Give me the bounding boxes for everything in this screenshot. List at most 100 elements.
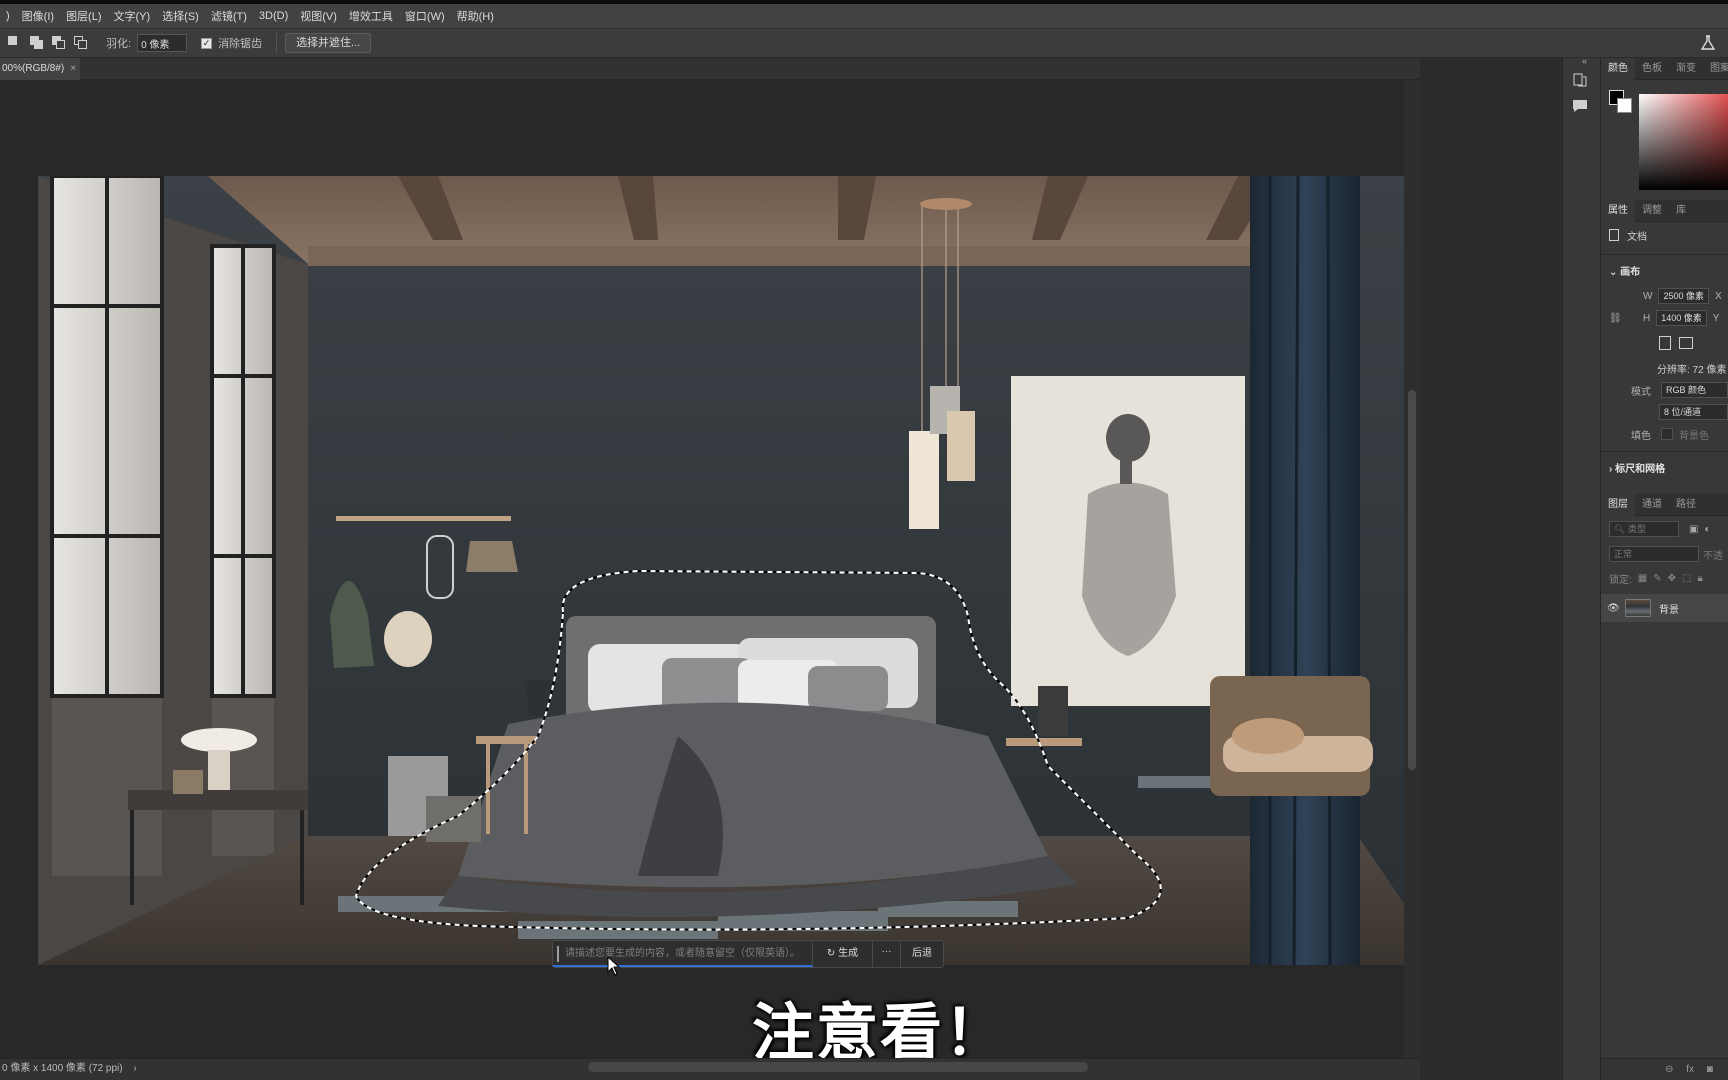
lock-artboard-icon[interactable]: ⬚: [1682, 573, 1691, 584]
height-field[interactable]: 1400 像素: [1656, 310, 1707, 326]
mode-select[interactable]: RGB 颜色: [1661, 382, 1728, 398]
opacity-label: 不透: [1703, 550, 1723, 562]
right-panel-column: 颜色 色板 渐变 图案 属性 调整 库 文档 ⌄ 画布 W 2500 像素 X …: [1600, 58, 1728, 1080]
canvas-section-header[interactable]: ⌄ 画布: [1601, 261, 1728, 285]
y-label: Y: [1712, 312, 1720, 324]
width-row: W 2500 像素 X: [1601, 285, 1728, 307]
lock-pixels-icon[interactable]: ▦: [1638, 573, 1647, 584]
link-icon[interactable]: ⛓: [1609, 313, 1643, 324]
generate-button[interactable]: ↻ 生成: [813, 941, 873, 967]
close-icon[interactable]: ×: [70, 63, 76, 74]
vertical-scrollbar[interactable]: [1404, 80, 1420, 1058]
layers-footer: ⊖ fx ◙: [1601, 1058, 1728, 1080]
history-icon[interactable]: [1571, 72, 1589, 88]
menu-item-plugins[interactable]: 增效工具: [343, 8, 399, 24]
blend-mode-select[interactable]: 正常: [1609, 546, 1699, 562]
bit-depth-select[interactable]: 8 位/通道: [1659, 404, 1728, 420]
tab-paths[interactable]: 路径: [1669, 494, 1703, 516]
tab-swatches[interactable]: 色板: [1635, 58, 1669, 80]
filter-image-icon[interactable]: ▣: [1689, 524, 1698, 535]
doc-row: 文档: [1601, 222, 1728, 248]
mode-row: 模式 RGB 颜色: [1601, 379, 1728, 401]
fill-select[interactable]: 背景色: [1679, 427, 1709, 442]
tab-color[interactable]: 颜色: [1601, 58, 1635, 80]
lock-brush-icon[interactable]: ✎: [1653, 573, 1661, 584]
lock-move-icon[interactable]: ✥: [1668, 573, 1676, 584]
tab-layers[interactable]: 图层: [1601, 493, 1635, 516]
lock-row: 锁定: ▦ ✎ ✥ ⬚ 🔒︎: [1601, 566, 1728, 590]
layer-filter-placeholder: 类型: [1627, 524, 1646, 534]
new-selection-icon[interactable]: [8, 36, 22, 50]
color-picker-field[interactable]: [1639, 94, 1728, 190]
lock-all-icon[interactable]: 🔒︎: [1697, 573, 1702, 584]
tab-channels[interactable]: 通道: [1635, 494, 1669, 516]
tab-properties[interactable]: 属性: [1601, 199, 1635, 222]
status-text: 0 像素 x 1400 像素 (72 ppi): [2, 1063, 123, 1074]
comment-icon[interactable]: [1571, 98, 1589, 114]
antialias-label: 消除锯齿: [218, 38, 263, 50]
status-arrow-icon[interactable]: ›: [133, 1063, 136, 1074]
menu-item-image[interactable]: 图像(I): [16, 8, 60, 24]
scrollbar-thumb[interactable]: [1408, 390, 1416, 770]
fx-icon[interactable]: fx: [1686, 1064, 1694, 1075]
fg-bg-swatch[interactable]: [1609, 90, 1633, 114]
menu-item-filter[interactable]: 滤镜(T): [205, 8, 253, 24]
tab-patterns[interactable]: 图案: [1703, 58, 1728, 80]
document-image[interactable]: [38, 176, 1446, 965]
w-label: W: [1643, 290, 1653, 302]
subtract-selection-icon[interactable]: [52, 36, 66, 50]
menu-item-edge[interactable]: ): [0, 10, 16, 22]
text-caret: [557, 946, 559, 962]
filter-adjust-icon[interactable]: ◐: [1704, 524, 1710, 535]
options-bar: 羽化: 0 像素 ✓ 消除锯齿 选择并遮住...: [0, 28, 1728, 58]
rulers-section-header[interactable]: › 标尺和网格: [1601, 458, 1728, 482]
document-icon: [1609, 229, 1619, 241]
background-color[interactable]: [1617, 98, 1632, 113]
menu-item-layer[interactable]: 图层(L): [60, 8, 107, 24]
menu-item-view[interactable]: 视图(V): [294, 8, 343, 24]
add-selection-icon[interactable]: [30, 36, 44, 50]
width-field[interactable]: 2500 像素: [1658, 288, 1709, 304]
prompt-placeholder: 请描述您要生成的内容，或者随意留空（仅限英语）。: [565, 948, 800, 959]
undo-button[interactable]: 后退: [901, 941, 943, 967]
tab-adjustments[interactable]: 调整: [1635, 200, 1669, 222]
panel-dock-icons: [1562, 58, 1600, 1080]
tab-libraries[interactable]: 库: [1669, 200, 1693, 222]
panel-icon-strip: «: [1420, 56, 1600, 1080]
properties-panel-tabs: 属性 调整 库: [1601, 199, 1728, 222]
portrait-icon[interactable]: [1659, 336, 1671, 350]
antialias-checkbox[interactable]: ✓: [201, 37, 213, 49]
menu-item-window[interactable]: 窗口(W): [399, 8, 451, 24]
fill-swatch[interactable]: [1661, 428, 1673, 440]
resolution-row: 分辨率: 72 像素: [1601, 357, 1728, 379]
menu-item-type[interactable]: 文字(Y): [108, 8, 157, 24]
document-tab-bar: 00%(RGB/8#) ×: [0, 58, 1420, 80]
flask-icon[interactable]: [1700, 35, 1716, 51]
menu-item-help[interactable]: 帮助(H): [451, 8, 500, 24]
document-tab-label: 00%(RGB/8#): [2, 63, 65, 74]
x-label: X: [1714, 290, 1722, 302]
tab-gradients[interactable]: 渐变: [1669, 58, 1703, 80]
refresh-icon: ↻: [826, 948, 836, 959]
link-layers-icon[interactable]: ⊖: [1665, 1064, 1673, 1075]
fill-label: 填色: [1631, 430, 1651, 442]
prompt-input[interactable]: 请描述您要生成的内容，或者随意留空（仅限英语）。: [553, 941, 813, 967]
visibility-eye-icon[interactable]: 👁︎: [1607, 603, 1620, 614]
mouse-cursor-icon: [607, 956, 621, 976]
document-tab[interactable]: 00%(RGB/8#) ×: [0, 58, 80, 80]
horizontal-scrollbar[interactable]: [588, 1062, 1088, 1072]
layer-row[interactable]: 👁︎ 背景: [1601, 594, 1728, 622]
divider: [1601, 254, 1728, 255]
menu-item-3d[interactable]: 3D(D): [253, 10, 294, 22]
menu-item-select[interactable]: 选择(S): [156, 8, 205, 24]
collapse-panels-icon[interactable]: «: [1582, 56, 1587, 66]
feather-input[interactable]: 0 像素: [137, 34, 188, 52]
intersect-selection-icon[interactable]: [74, 36, 88, 50]
select-and-mask-button[interactable]: 选择并遮住...: [285, 33, 372, 53]
layer-filter-input[interactable]: 🔍︎ 类型: [1609, 521, 1679, 537]
more-options-button[interactable]: ···: [873, 941, 901, 967]
mask-icon[interactable]: ◙: [1707, 1064, 1713, 1075]
layer-filter-row: 🔍︎ 类型 ▣ ◐: [1601, 516, 1728, 542]
landscape-icon[interactable]: [1679, 337, 1693, 349]
